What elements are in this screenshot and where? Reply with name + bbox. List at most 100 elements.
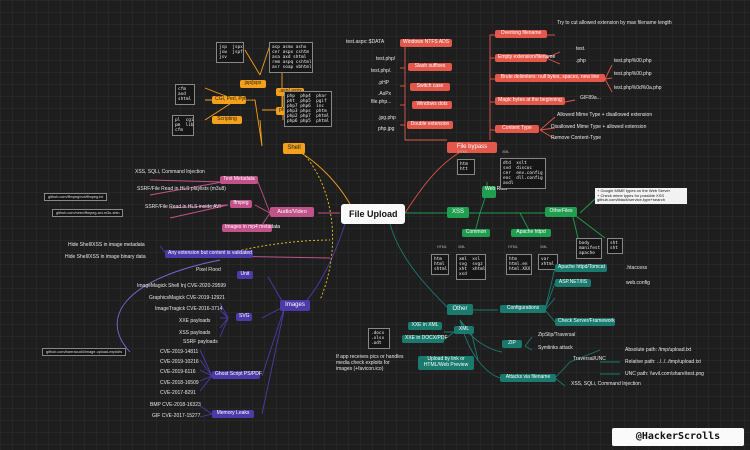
otherfiles-node: OtherFiles — [545, 207, 577, 217]
root-node: File Upload — [341, 204, 405, 224]
zipslip-label: ZipSlip/Traversal — [538, 332, 576, 338]
docx-files: .docx .xlsx .odt — [368, 328, 390, 350]
content-type-node: Content Type — [495, 125, 539, 133]
asp-case-label: .AsPx — [378, 91, 392, 97]
gs-cve-4: CVE-2018-16509 — [160, 380, 199, 386]
memory-leaks-node: Memory Leaks — [212, 410, 254, 418]
empty-extension-node: Empty extension/filename — [495, 54, 555, 62]
configurations-node: Configurations — [500, 305, 546, 313]
upload-link-node: Upload by link or HTML/Web Preview — [418, 356, 474, 370]
ghostscript-node: Ghost Script PS/PDF — [212, 371, 262, 379]
apache-config-node: Apache httpd/Tomcat — [555, 264, 607, 272]
gs-cve-5: CVE-2017-8291 — [160, 390, 196, 396]
config-files: dtd xslt svd discoc cer env.config enc d… — [500, 158, 546, 190]
web-root-node: Web Root — [482, 186, 507, 198]
cap-apache: HTML — [508, 245, 518, 249]
pixel-flood-label: Pixel Flood — [196, 267, 221, 273]
ssrf-avi-label: SSRF/File Read in HLS inside AVI — [145, 204, 221, 210]
ssrf-payloads-label: SSRF payloads — [183, 339, 218, 345]
double-extension-node: Double extension — [407, 121, 453, 129]
check-framework-node: Check Server/Framework — [555, 318, 615, 326]
xss-sqli-filename-label: XSS, SQLi, Command Injection — [571, 381, 641, 387]
ct-a-label: Allowed Mime Type + disallowed extension — [557, 112, 653, 118]
unit-node: Unit — [237, 271, 253, 279]
gs-cve-1: CVE-2019-14811 — [160, 349, 199, 355]
cap-common: HTML — [437, 245, 447, 249]
null-a-label: test.php%00.php — [614, 58, 652, 64]
text-metadata-node: Text Metadata — [220, 176, 258, 184]
ssrf-hls-label: SSRF/File Read in HLS playlists (m3u8) — [137, 186, 226, 192]
link-note: If app receives pics or handles media ch… — [336, 354, 404, 372]
overlong-node: Overlong filename — [495, 30, 547, 38]
php-case-label: .pHP — [378, 80, 390, 86]
svg-node: SVG — [236, 313, 252, 321]
null-b-label: test.php%00.php — [614, 71, 652, 77]
jpgphp-label: .jpg.php — [378, 115, 396, 121]
mindmap-canvas: File Upload File bypass test.aspx::$DATA… — [0, 0, 750, 450]
traversal-label: Traversal/UNC — [573, 356, 606, 362]
php-extensions-list: php php4 phar pht php5 pgif php7 php6 in… — [284, 91, 332, 128]
gs-cve-2: CVE-2019-10216 — [160, 359, 199, 365]
body-files: body manifest apache — [576, 238, 602, 260]
empty-b-label: .php — [576, 58, 586, 64]
validated-node: Any extension but content is validated — [165, 250, 253, 258]
ffmpeg-node: ffmpeg — [230, 200, 252, 208]
htaccess-label: .htaccess — [626, 265, 648, 271]
common-files: htm html shtml — [431, 254, 449, 276]
htaccess-files: htm htt — [457, 159, 475, 176]
empty-a-label: test. — [576, 46, 586, 52]
other-node: Other — [447, 304, 473, 315]
overlong-note: Try to cut allowed extension by max file… — [557, 20, 672, 26]
ct-b-label: Disallowed Mime Type + allowed extension — [551, 124, 647, 130]
cap-apache-2: XML — [540, 245, 548, 249]
hide-binary-label: Hide Shell/XSS in image binary data — [65, 254, 146, 260]
symlinks-label: Symlinks attack — [538, 345, 573, 351]
xml-files: xml xsl svg svgz xht xhtml xsd — [456, 254, 486, 281]
magic-bytes-node: Magic bytes at the beginning — [495, 97, 565, 105]
xxe-xml-node: XXE in XML — [408, 322, 442, 330]
xss-node: XSS — [447, 207, 469, 218]
common-node: Common — [462, 229, 490, 237]
hide-meta-label: Hide Shell/XSS in image metadata — [68, 242, 145, 248]
xml-node: XML — [454, 326, 474, 334]
ffmpeg-link-2[interactable]: github.com/neex/ffmpeg-avi-m3u-xbin — [52, 209, 124, 218]
slashdot-label: test.php/. — [371, 68, 392, 74]
attacks-filename-node: Attacks via filename — [500, 374, 556, 382]
gif89-label: GIF89a... — [580, 95, 601, 101]
shell-node: Shell — [283, 143, 305, 154]
cve-imagemagick-label: ImageMagick Shell Inj CVE-2020-29599 — [137, 283, 226, 289]
xxe-payloads-label: XXE payloads — [179, 318, 211, 324]
cve-it-label: ImageTragick CVE-2016-3714 — [155, 306, 223, 312]
ffmpeg-link-1[interactable]: github.com/ffmpeg/not/ffmpeg.txt — [44, 193, 108, 202]
gs-cve-3: CVE-2019-6116 — [160, 369, 196, 375]
mp4-metadata-node: Images in mp4 metadata — [222, 224, 280, 232]
image-exploits-link[interactable]: github.com/barrracud4/image-upload-explo… — [42, 348, 127, 357]
cap-xml-1: XML — [502, 150, 510, 154]
ads-label: test.aspx::$DATA — [346, 39, 385, 45]
null-c-label: test.php%0d%0a.php — [614, 85, 662, 91]
abs-path-label: Absolute path: /tmp/upload.txt — [625, 347, 692, 353]
perl-extensions: pl cgi pm lib cfm — [172, 115, 194, 137]
windows-ntfs-node: Windows NTFS ADS — [400, 39, 452, 47]
scripting-node: Scripting — [212, 116, 242, 124]
xss-payloads-label: XSS payloads — [179, 330, 211, 336]
xxe-docx-node: XXE in DOCX/PDF — [402, 335, 448, 343]
av-xss-label: XSS, SQLi, Command Injection — [135, 169, 205, 175]
windows-dots-node: Windows dots — [412, 101, 452, 109]
zip-node: ZIP — [502, 340, 522, 348]
rel-path-label: Relative path: ../../../tmp/upload.txt — [625, 359, 701, 365]
hackerscrolls-footer: @HackerScrolls — [612, 428, 744, 446]
asp-extensions: asp asmx ashx cer aspx cshtm asa axd sht… — [269, 42, 313, 74]
webconfig-label: web.config — [626, 280, 650, 286]
file-bypass-node: File bypass — [447, 142, 497, 153]
cap-html-1: HTML — [458, 150, 468, 154]
misc-files: sht sht — [607, 238, 623, 255]
audio-video-node: Audio/Video — [270, 207, 314, 218]
mem-cve-1: BMP CVE-2018-16323 — [150, 402, 201, 408]
unc-path-label: UNC path: \\evil.com\share\test.png — [625, 371, 704, 377]
dots-label: file.php... — [371, 99, 392, 105]
images-node: Images — [280, 300, 310, 311]
slash-label: test.php/ — [376, 56, 396, 62]
cgi-node: CGI, Perl, Python — [212, 96, 254, 104]
ct-c-label: Remove Content-Type — [551, 135, 602, 141]
